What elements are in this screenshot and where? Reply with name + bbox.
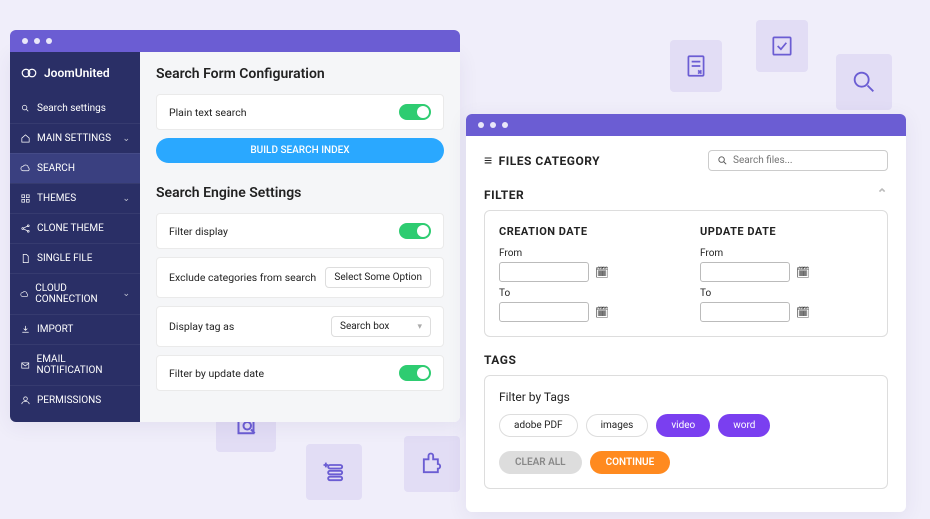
- sidebar-item-import[interactable]: IMPORT: [10, 314, 140, 344]
- filter-update-row: Filter by update date: [156, 355, 444, 391]
- sidebar-item-email-notification[interactable]: EMAIL NOTIFICATION: [10, 344, 140, 385]
- exclude-row: Exclude categories from search Select So…: [156, 257, 444, 298]
- sidebar-item-permissions[interactable]: PERMISSIONS: [10, 385, 140, 415]
- calendar-icon[interactable]: 🗓: [796, 266, 810, 279]
- tag-word[interactable]: word: [718, 414, 770, 437]
- build-index-button[interactable]: BUILD SEARCH INDEX: [156, 138, 444, 163]
- files-window: ≡ FILES CATEGORY FILTER ⌃ CREATION DATE F…: [466, 114, 906, 512]
- deco-search-icon: [836, 54, 892, 110]
- sidebar-item-cloud-connection[interactable]: CLOUD CONNECTION⌄: [10, 273, 140, 314]
- sidebar-item-themes[interactable]: THEMES⌄: [10, 183, 140, 213]
- tag-video[interactable]: video: [656, 414, 710, 437]
- creation-date-col: CREATION DATE From 🗓 To 🗓: [499, 225, 672, 322]
- plain-text-toggle[interactable]: [399, 104, 431, 120]
- brand: JoomUnited: [10, 52, 140, 94]
- update-to-input[interactable]: [700, 302, 790, 322]
- hamburger-icon[interactable]: ≡: [484, 152, 493, 169]
- tags-box: Filter by Tags adobe PDFimagesvideoword …: [484, 375, 888, 489]
- sidebar-search[interactable]: Search settings: [10, 94, 140, 123]
- update-from-input[interactable]: [700, 262, 790, 282]
- continue-button[interactable]: CONTINUE: [590, 451, 671, 474]
- filter-update-toggle[interactable]: [399, 365, 431, 381]
- sidebar-item-clone-theme[interactable]: CLONE THEME: [10, 213, 140, 243]
- deco-puzzle-icon: [404, 436, 460, 492]
- sidebar: JoomUnited Search settings MAIN SETTINGS…: [10, 52, 140, 422]
- creation-to-input[interactable]: [499, 302, 589, 322]
- deco-stack-icon: [306, 444, 362, 500]
- filter-display-toggle[interactable]: [399, 223, 431, 239]
- filter-by-tags-label: Filter by Tags: [499, 390, 873, 404]
- brand-label: JoomUnited: [44, 66, 110, 80]
- filter-display-row: Filter display: [156, 213, 444, 249]
- tags-header: TAGS: [484, 353, 516, 367]
- clear-all-button[interactable]: CLEAR ALL: [499, 451, 582, 474]
- calendar-icon[interactable]: 🗓: [796, 306, 810, 319]
- settings-window: JoomUnited Search settings MAIN SETTINGS…: [10, 52, 460, 422]
- sidebar-item-main-settings[interactable]: MAIN SETTINGS⌄: [10, 123, 140, 153]
- deco-doc-icon: [670, 40, 722, 92]
- sidebar-item-search[interactable]: SEARCH: [10, 153, 140, 183]
- form-config-title: Search Form Configuration: [156, 66, 444, 82]
- files-title: ≡ FILES CATEGORY: [484, 152, 600, 169]
- creation-from-input[interactable]: [499, 262, 589, 282]
- tag-images[interactable]: images: [586, 414, 649, 437]
- search-field[interactable]: [733, 155, 879, 166]
- sidebar-item-single-file[interactable]: SINGLE FILE: [10, 243, 140, 273]
- date-filter-box: CREATION DATE From 🗓 To 🗓 UPDATE DATE Fr…: [484, 210, 888, 337]
- update-date-col: UPDATE DATE From 🗓 To 🗓: [700, 225, 873, 322]
- display-tag-row: Display tag as Search box▾: [156, 306, 444, 347]
- engine-title: Search Engine Settings: [156, 185, 444, 201]
- exclude-select[interactable]: Select Some Option: [325, 267, 431, 288]
- window2-titlebar: [466, 114, 906, 136]
- deco-check-icon: [756, 20, 808, 72]
- plain-text-row: Plain text search: [156, 94, 444, 130]
- filter-header: FILTER: [484, 188, 524, 202]
- display-tag-select[interactable]: Search box▾: [331, 316, 431, 337]
- tag-adobe-PDF[interactable]: adobe PDF: [499, 414, 578, 437]
- up-arrow-icon[interactable]: ⌃: [877, 187, 888, 202]
- window1-titlebar: [10, 30, 460, 52]
- calendar-icon[interactable]: 🗓: [595, 306, 609, 319]
- calendar-icon[interactable]: 🗓: [595, 266, 609, 279]
- search-files-input[interactable]: [708, 150, 888, 171]
- settings-main: Search Form Configuration Plain text sea…: [140, 52, 460, 422]
